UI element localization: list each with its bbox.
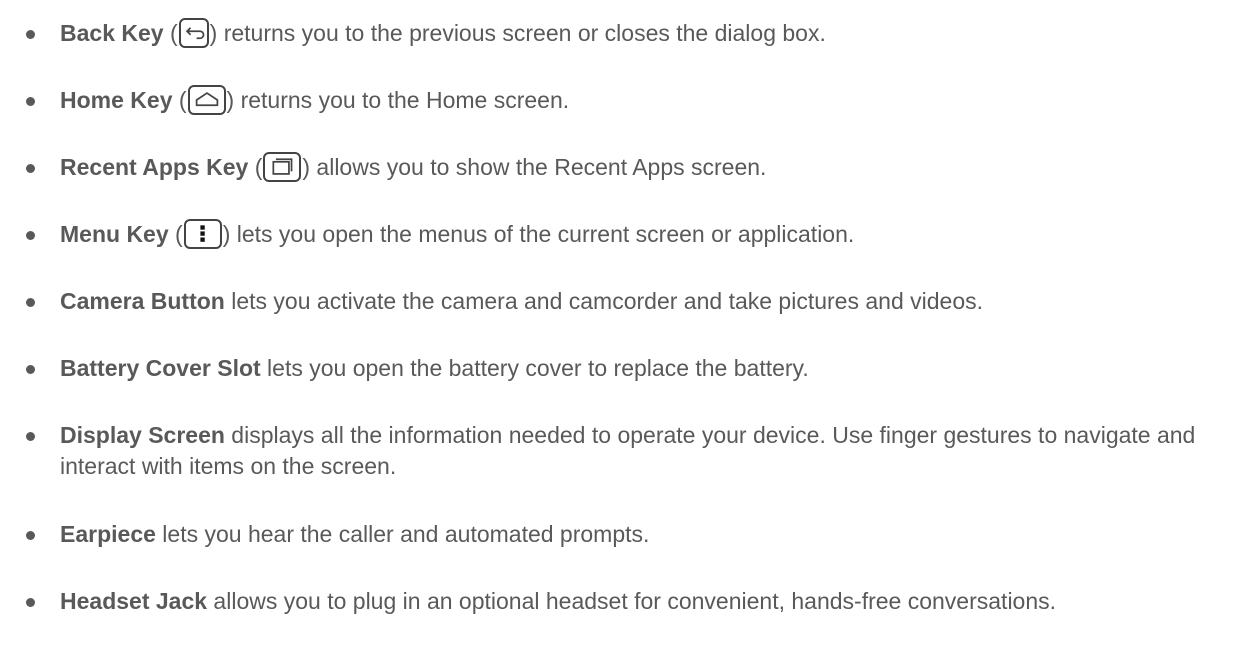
recent-apps-icon (263, 152, 302, 182)
bullet (26, 231, 35, 240)
bullet (26, 531, 35, 540)
list-item-text: Home Key () returns you to the Home scre… (60, 85, 570, 115)
list-item-text: Earpiece lets you hear the caller and au… (60, 521, 650, 547)
bullet (26, 164, 35, 173)
term-label: Recent Apps Key (60, 154, 249, 180)
menu-dots-icon (183, 219, 222, 249)
term-label: Headset Jack (60, 588, 208, 614)
back-arrow-icon (178, 18, 209, 48)
term-label: Earpiece (60, 521, 156, 547)
term-label: Menu Key (60, 221, 169, 247)
bullet (26, 30, 35, 39)
list-item-text: Menu Key () lets you open the menus of t… (60, 219, 855, 249)
list-item-text: Recent Apps Key () allows you to show th… (60, 152, 767, 182)
bullet (26, 432, 35, 441)
term-label: Display Screen (60, 422, 225, 448)
term-label: Back Key (60, 20, 164, 46)
list-item-text: Back Key () returns you to the previous … (60, 18, 826, 48)
bullet (26, 97, 35, 106)
term-label: Home Key (60, 87, 173, 113)
term-label: Camera Button (60, 288, 225, 314)
list-item-text: Display Screen displays all the informat… (60, 422, 1196, 479)
bullet (26, 365, 35, 374)
home-icon (187, 85, 226, 115)
bullet (26, 598, 35, 607)
bullet (26, 298, 35, 307)
term-label: Battery Cover Slot (60, 355, 261, 381)
list-item-text: Headset Jack allows you to plug in an op… (60, 588, 1057, 614)
list-item-text: Camera Button lets you activate the came… (60, 288, 983, 314)
list-item-text: Battery Cover Slot lets you open the bat… (60, 355, 809, 381)
